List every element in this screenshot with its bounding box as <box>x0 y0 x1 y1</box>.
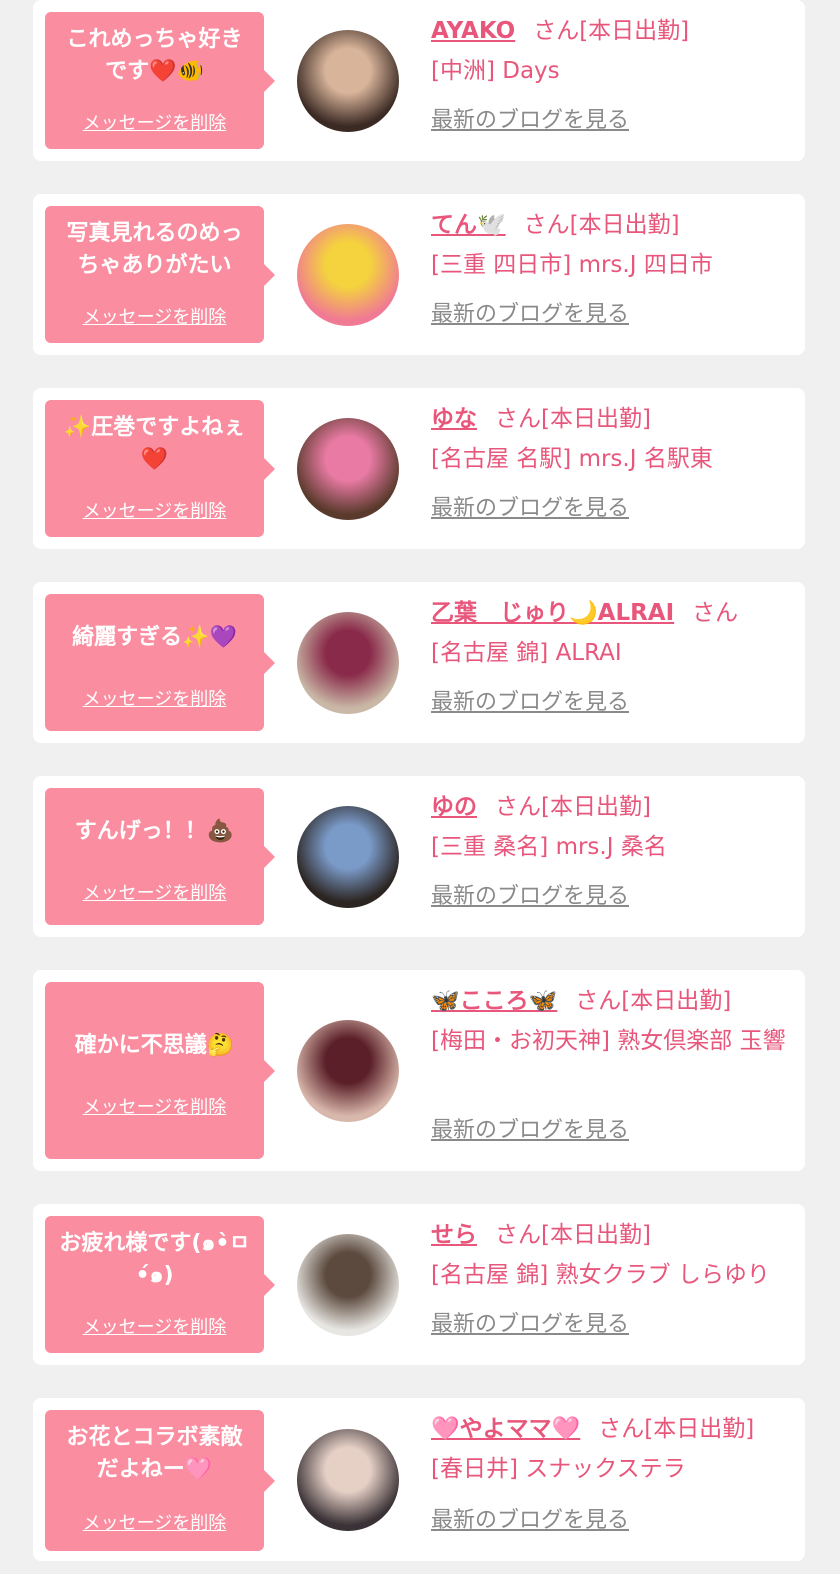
delete-message-link[interactable]: メッセージを削除 <box>45 303 264 329</box>
latest-blog-link[interactable]: 最新のブログを見る <box>431 1502 629 1534</box>
cast-name-link[interactable]: ゆな <box>431 406 477 432</box>
message-card: ✨圧巻ですよねぇ ❤️ メッセージを削除 ゆな さん[本日出勤] [名古屋 名駅] mr… <box>33 388 805 549</box>
shop-name: [名古屋 錦] 熟女クラブ しらゆり <box>431 1262 770 1288</box>
message-text: すんげっ！！💩 <box>74 819 235 844</box>
latest-blog-link[interactable]: 最新のブログを見る <box>431 684 629 716</box>
cast-info: ゆの さん[本日出勤] [三重 桑名] mrs.J 桑名最新のブログを見る <box>431 790 795 937</box>
latest-blog-link[interactable]: 最新のブログを見る <box>431 296 629 328</box>
cast-name-row: せら さん[本日出勤] <box>431 1218 795 1252</box>
message-bubble: 写真見れるのめっ ちゃありがたいメッセージを削除 <box>45 206 275 343</box>
cast-name-row: 🩷やよママ🩷 さん[本日出勤] <box>431 1412 795 1446</box>
message-card: 確かに不思議🤔 メッセージを削除 🦋こころ🦋 さん[本日出勤] [梅田・お初天神] 熟女… <box>33 970 805 1171</box>
cast-info: 🩷やよママ🩷 さん[本日出勤] [春日井] スナックステラ最新のブログを見る <box>431 1412 795 1561</box>
cast-name-row: AYAKO さん[本日出勤] <box>431 14 795 48</box>
message-text: 写真見れるのめっ ちゃありがたい <box>66 221 243 278</box>
avatar[interactable] <box>297 1429 399 1531</box>
cast-name-link[interactable]: 🩷やよママ🩷 <box>431 1416 580 1442</box>
cast-name-row: てん🕊️ さん[本日出勤] <box>431 208 795 242</box>
avatar[interactable] <box>297 1234 399 1336</box>
latest-blog-link[interactable]: 最新のブログを見る <box>431 490 629 522</box>
message-bubble: 綺麗すぎる✨💜 メッセージを削除 <box>45 594 275 731</box>
message-text: 確かに不思議🤔 <box>74 1033 235 1058</box>
latest-blog-link[interactable]: 最新のブログを見る <box>431 1112 629 1144</box>
shop-name: [三重 桑名] mrs.J 桑名 <box>431 834 667 860</box>
avatar[interactable] <box>297 30 399 132</box>
latest-blog-link[interactable]: 最新のブログを見る <box>431 1306 629 1338</box>
cast-name-link[interactable]: 🦋こころ🦋 <box>431 988 557 1014</box>
cast-status: さん[本日出勤] <box>598 1416 755 1442</box>
message-bubble: すんげっ！！💩 メッセージを削除 <box>45 788 275 925</box>
avatar[interactable] <box>297 612 399 714</box>
cast-name-row: 🦋こころ🦋 さん[本日出勤] <box>431 984 795 1018</box>
cast-info: てん🕊️ さん[本日出勤] [三重 四日市] mrs.J 四日市最新のブログを見る <box>431 208 795 355</box>
message-bubble: お疲れ様です(๑•̀ㅁ •́๑) メッセージを削除 <box>45 1216 275 1353</box>
cast-name-row: 乙葉 じゅり🌙ALRAI さん <box>431 596 795 630</box>
message-card: これめっちゃ好き です❤️🐠 メッセージを削除 AYAKO さん[本日出勤] [中洲] … <box>33 0 805 161</box>
avatar[interactable] <box>297 224 399 326</box>
latest-blog-link[interactable]: 最新のブログを見る <box>431 878 629 910</box>
cast-name-row: ゆな さん[本日出勤] <box>431 402 795 436</box>
shop-name: [春日井] スナックステラ <box>431 1456 686 1482</box>
cast-status: さん[本日出勤] <box>495 1222 651 1248</box>
message-text: これめっちゃ好き です❤️🐠 <box>66 27 243 84</box>
shop-name: [中洲] Days <box>431 58 560 84</box>
cast-info: ゆな さん[本日出勤] [名古屋 名駅] mrs.J 名駅東最新のブログを見る <box>431 402 795 549</box>
shop-name: [梅田・お初天神] 熟女倶楽部 玉響 <box>431 1028 786 1054</box>
delete-message-link[interactable]: メッセージを削除 <box>45 879 264 905</box>
shop-name: [名古屋 名駅] mrs.J 名駅東 <box>431 446 713 472</box>
avatar[interactable] <box>297 418 399 520</box>
message-text: お花とコラボ素敵 だよねー🩷 <box>66 1425 243 1482</box>
message-bubble: お花とコラボ素敵 だよねー🩷 メッセージを削除 <box>45 1410 275 1551</box>
message-card: 写真見れるのめっ ちゃありがたいメッセージを削除 てん🕊️ さん[本日出勤] [三重 … <box>33 194 805 355</box>
delete-message-link[interactable]: メッセージを削除 <box>45 685 264 711</box>
cast-info: せら さん[本日出勤] [名古屋 錦] 熟女クラブ しらゆり最新のブログを見る <box>431 1218 795 1365</box>
cast-name-link[interactable]: AYAKO <box>431 18 515 44</box>
delete-message-link[interactable]: メッセージを削除 <box>45 1313 264 1339</box>
message-text: ✨圧巻ですよねぇ ❤️ <box>63 415 246 472</box>
message-card: お疲れ様です(๑•̀ㅁ •́๑) メッセージを削除 せら さん[本日出勤] [名古屋 錦… <box>33 1204 805 1365</box>
delete-message-link[interactable]: メッセージを削除 <box>45 497 264 523</box>
cast-name-link[interactable]: てん🕊️ <box>431 212 506 238</box>
cast-info: 乙葉 じゅり🌙ALRAI さん [名古屋 錦] ALRAI 最新のブログを見る <box>431 596 795 743</box>
cast-status: さん <box>692 600 739 626</box>
shop-name: [三重 四日市] mrs.J 四日市 <box>431 252 713 278</box>
delete-message-link[interactable]: メッセージを削除 <box>45 109 264 135</box>
message-bubble: これめっちゃ好き です❤️🐠 メッセージを削除 <box>45 12 275 149</box>
latest-blog-link[interactable]: 最新のブログを見る <box>431 102 629 134</box>
cast-status: さん[本日出勤] <box>575 988 732 1014</box>
cast-info: 🦋こころ🦋 さん[本日出勤] [梅田・お初天神] 熟女倶楽部 玉響最新のブログを見る <box>431 984 795 1171</box>
cast-name-link[interactable]: 乙葉 じゅり🌙ALRAI <box>431 600 674 626</box>
cast-name-link[interactable]: ゆの <box>431 794 477 820</box>
cast-name-link[interactable]: せら <box>431 1222 477 1248</box>
cast-status: さん[本日出勤] <box>495 406 651 432</box>
cast-info: AYAKO さん[本日出勤] [中洲] Days 最新のブログを見る <box>431 14 795 161</box>
avatar[interactable] <box>297 806 399 908</box>
message-list: これめっちゃ好き です❤️🐠 メッセージを削除 AYAKO さん[本日出勤] [中洲] … <box>0 0 840 1574</box>
message-text: お疲れ様です(๑•̀ㅁ •́๑) <box>59 1231 250 1288</box>
message-text: 綺麗すぎる✨💜 <box>72 625 237 650</box>
delete-message-link[interactable]: メッセージを削除 <box>45 1093 264 1119</box>
cast-status: さん[本日出勤] <box>495 794 651 820</box>
cast-status: さん[本日出勤] <box>533 18 690 44</box>
message-card: すんげっ！！💩 メッセージを削除 ゆの さん[本日出勤] [三重 桑名] mrs.J 桑… <box>33 776 805 937</box>
delete-message-link[interactable]: メッセージを削除 <box>45 1509 264 1535</box>
message-bubble: 確かに不思議🤔 メッセージを削除 <box>45 982 275 1159</box>
cast-name-row: ゆの さん[本日出勤] <box>431 790 795 824</box>
cast-status: さん[本日出勤] <box>523 212 680 238</box>
message-card: お花とコラボ素敵 だよねー🩷 メッセージを削除 🩷やよママ🩷 さん[本日出勤] [春日井… <box>33 1398 805 1561</box>
avatar[interactable] <box>297 1020 399 1122</box>
shop-name: [名古屋 錦] ALRAI <box>431 640 622 666</box>
message-card: 綺麗すぎる✨💜 メッセージを削除 乙葉 じゅり🌙ALRAI さん [名古屋 錦] ALR… <box>33 582 805 743</box>
message-bubble: ✨圧巻ですよねぇ ❤️ メッセージを削除 <box>45 400 275 537</box>
